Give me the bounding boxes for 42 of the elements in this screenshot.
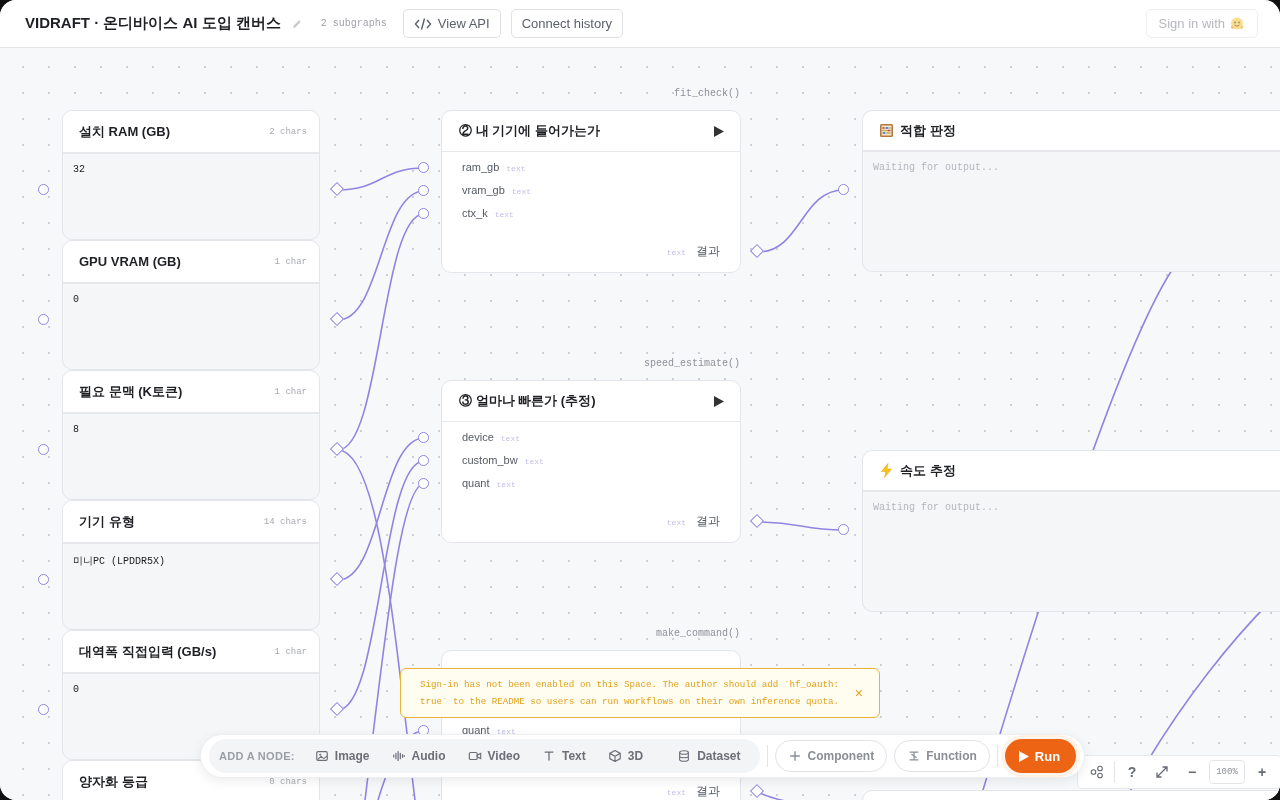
input-node-title: 기기 유형 (79, 512, 135, 531)
output-name: 결과 (696, 513, 720, 530)
char-count: 1 char (274, 386, 307, 397)
output-name: 결과 (696, 783, 720, 800)
parameter-name: ram_gb (462, 161, 500, 173)
output-node-title: 속도 추정 (900, 461, 956, 480)
zoom-level: 100% (1209, 760, 1245, 784)
parameter-type: text (511, 187, 531, 196)
output-type: text (666, 248, 686, 257)
output-type: text (666, 788, 686, 797)
parameter-name: device (462, 431, 494, 443)
char-count: 0 chars (269, 776, 307, 787)
char-count: 14 chars (263, 516, 307, 527)
parameter-type: text (524, 457, 544, 466)
function-name: fit_check() (674, 88, 740, 99)
char-count: 2 chars (269, 126, 307, 137)
function-name: speed_estimate() (644, 358, 740, 369)
output-type: text (666, 518, 686, 527)
parameter-type: text (494, 210, 514, 219)
input-node-title: 양자화 등급 (79, 772, 148, 791)
parameter-type: text (506, 164, 526, 173)
output-node-title: 적합 판정 (900, 121, 956, 140)
canvas-title: VIDRAFT · 온디바이스 AI 도입 캔버스 (25, 14, 281, 33)
toast-message: Sign-in has not been enabled on this Space. The author should add `hf_oauth: true` to the README so users can run workflows on their own inference quota. (420, 678, 841, 709)
parameter-name: custom_bw (462, 454, 518, 466)
parameter-name: quant (462, 477, 490, 489)
parameter-name: ctx_k (462, 207, 488, 219)
input-node-title: 설치 RAM (GB) (79, 122, 170, 141)
function-name: make_command() (656, 628, 740, 639)
input-node-title: 필요 문맥 (K토큰) (79, 382, 183, 401)
char-count: 1 char (274, 646, 307, 657)
parameter-name: vram_gb (462, 184, 505, 196)
add-node-label: ADD A NODE: (219, 750, 295, 762)
function-node-title: ③ 얼마나 빠른가 (추정) (459, 392, 596, 410)
function-node-title: ② 내 기기에 들어가는가 (459, 122, 600, 140)
char-count: 1 char (274, 256, 307, 267)
input-node-title: 대역폭 직접입력 (GB/s) (79, 642, 217, 661)
output-name: 결과 (696, 243, 720, 260)
input-node-title: GPU VRAM (GB) (79, 254, 181, 269)
parameter-name: quant (462, 724, 490, 736)
parameter-type: text (500, 434, 520, 443)
subgraph-count: 2 subgraphs (320, 18, 387, 29)
